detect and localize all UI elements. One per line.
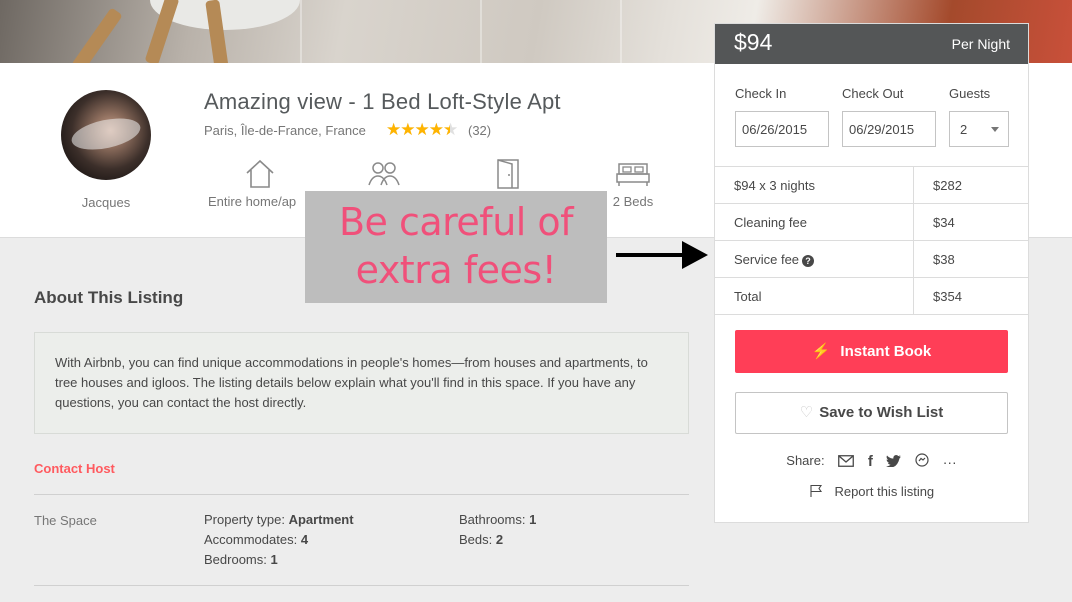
instant-book-button[interactable]: ⚡ Instant Book	[735, 330, 1008, 373]
spec-accommodates: Accommodates: 4	[204, 532, 309, 547]
check-in-input[interactable]: 06/26/2015	[735, 111, 829, 147]
fee-row-cleaning: Cleaning fee $34	[715, 204, 1028, 241]
guests-icon	[368, 162, 400, 186]
home-icon	[246, 159, 274, 188]
heart-icon: ♡	[799, 404, 814, 421]
rating-stars-filled: ★★★★★	[386, 120, 450, 139]
facebook-icon[interactable]: f	[868, 453, 873, 470]
about-description: With Airbnb, you can find unique accommo…	[34, 332, 689, 434]
the-space-label: The Space	[34, 513, 97, 528]
divider	[34, 494, 689, 495]
more-icon[interactable]: ···	[943, 454, 957, 470]
fee-label: $94 x 3 nights	[734, 178, 815, 193]
divider	[34, 585, 689, 586]
feature-room-type: Entire home/ap	[208, 158, 312, 209]
check-out-input[interactable]: 06/29/2015	[842, 111, 936, 147]
annotation-callout: Be careful of extra fees!	[305, 191, 607, 303]
check-in-label: Check In	[735, 86, 787, 101]
guests-select[interactable]: 2	[949, 111, 1009, 147]
rating-stars: ★★★★★ ★★★★★	[386, 120, 458, 140]
messenger-icon[interactable]	[915, 453, 929, 470]
fee-value: $34	[933, 215, 955, 230]
specs-right: Bathrooms: 1 Beds: 2	[459, 510, 536, 550]
fee-table: $94 x 3 nights $282 Cleaning fee $34 Ser…	[715, 166, 1028, 315]
annotation-arrow-icon	[616, 241, 708, 269]
spec-bedrooms: Bedrooms: 1	[204, 552, 278, 567]
about-title: About This Listing	[34, 288, 184, 307]
guests-label: Guests	[949, 86, 991, 101]
fee-value: $282	[933, 178, 962, 193]
door-icon	[497, 159, 519, 189]
price-bar: $94 Per Night	[715, 24, 1028, 64]
fee-value: $38	[933, 252, 955, 267]
host-avatar[interactable]	[61, 90, 151, 180]
nightly-price: $94	[734, 29, 773, 55]
share-row: Share: f ···	[715, 453, 1028, 470]
spec-beds: Beds: 2	[459, 532, 504, 547]
fee-label: Total	[734, 289, 762, 304]
spec-bathrooms: Bathrooms: 1	[459, 512, 537, 527]
fee-value: $354	[933, 289, 962, 304]
check-out-label: Check Out	[842, 86, 904, 101]
fee-label: Cleaning fee	[734, 215, 807, 230]
review-count[interactable]: (32)	[468, 123, 491, 138]
lightning-icon: ⚡	[811, 343, 831, 360]
twitter-icon[interactable]	[886, 454, 902, 470]
report-label: Report this listing	[834, 484, 935, 499]
annotation-line-1: Be careful of	[338, 200, 574, 244]
help-icon[interactable]: ?	[802, 255, 815, 267]
save-to-wish-list-button[interactable]: ♡ Save to Wish List	[735, 392, 1008, 434]
report-listing-link[interactable]: Report this listing	[715, 484, 1028, 499]
host-name[interactable]: Jacques	[61, 195, 151, 210]
share-label: Share:	[786, 453, 825, 468]
feature-guests	[362, 158, 406, 194]
chevron-down-icon	[991, 127, 999, 132]
email-icon[interactable]	[838, 454, 855, 470]
save-wish-label: Save to Wish List	[819, 404, 944, 421]
fee-row-service: Service fee? $38	[715, 241, 1028, 278]
feature-room-type-label: Entire home/ap	[208, 194, 297, 209]
specs-left: Property type: Apartment Accommodates: 4…	[204, 510, 354, 570]
flag-icon	[809, 484, 827, 499]
bed-icon	[616, 163, 650, 186]
booking-panel: $94 Per Night Check In Check Out Guests …	[714, 23, 1029, 523]
contact-host-link[interactable]: Contact Host	[34, 461, 115, 476]
annotation-line-2: extra fees!	[355, 248, 557, 292]
instant-book-label: Instant Book	[840, 343, 932, 360]
feature-beds: 2 Beds	[608, 158, 658, 209]
fee-row-total: Total $354	[715, 278, 1028, 315]
spec-property-type: Property type: Apartment	[204, 512, 354, 527]
fee-row-nights: $94 x 3 nights $282	[715, 167, 1028, 204]
listing-location[interactable]: Paris, Île-de-France, France	[204, 123, 366, 138]
feature-bedrooms	[492, 158, 524, 194]
feature-beds-label: 2 Beds	[612, 194, 654, 209]
listing-title: Amazing view - 1 Bed Loft-Style Apt	[204, 89, 561, 114]
fee-label: Service fee?	[734, 252, 815, 267]
guests-value: 2	[960, 122, 968, 137]
per-night-label: Per Night	[951, 36, 1010, 52]
